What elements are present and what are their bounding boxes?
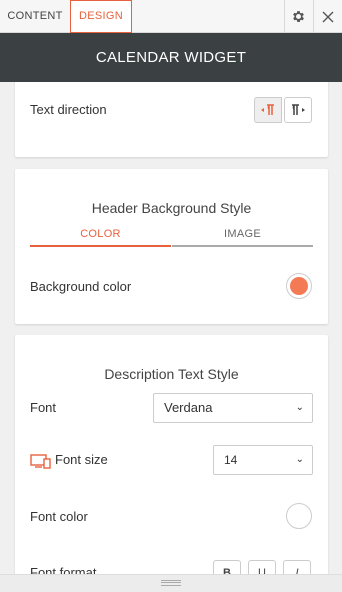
top-tab-bar: CONTENT DESIGN bbox=[0, 0, 342, 33]
font-select-value: Verdana bbox=[164, 400, 213, 415]
background-color-picker[interactable] bbox=[286, 273, 312, 299]
rtl-button[interactable] bbox=[284, 97, 312, 123]
font-size-label: Font size bbox=[55, 452, 108, 467]
header-background-card: Header Background Style COLOR IMAGE Back… bbox=[15, 169, 328, 324]
chevron-down-icon: ⌄ bbox=[295, 454, 304, 465]
tab-image[interactable]: IMAGE bbox=[172, 225, 313, 247]
font-color-swatch bbox=[290, 507, 308, 525]
tab-content[interactable]: CONTENT bbox=[0, 0, 70, 33]
text-direction-ltr-icon bbox=[261, 104, 274, 115]
resize-handle[interactable] bbox=[0, 574, 342, 592]
text-direction-label: Text direction bbox=[30, 102, 107, 117]
background-type-tabs: COLOR IMAGE bbox=[30, 225, 313, 247]
font-format-label: Font format bbox=[30, 565, 97, 574]
responsive-device-toggle[interactable] bbox=[30, 453, 52, 469]
tab-color[interactable]: COLOR bbox=[30, 225, 171, 247]
text-direction-rtl-icon bbox=[292, 104, 305, 115]
font-size-value: 14 bbox=[224, 453, 238, 467]
chevron-down-icon: ⌄ bbox=[295, 402, 304, 413]
gear-icon bbox=[293, 11, 304, 22]
background-color-label: Background color bbox=[30, 279, 132, 294]
text-direction-toggle bbox=[254, 97, 312, 123]
description-title: Description Text Style bbox=[104, 366, 239, 382]
bold-button[interactable]: B bbox=[213, 560, 241, 574]
font-select[interactable]: Verdana ⌄ bbox=[153, 393, 313, 423]
grip-icon bbox=[161, 580, 181, 586]
settings-button[interactable] bbox=[284, 0, 312, 33]
ltr-button[interactable] bbox=[254, 97, 282, 123]
close-icon bbox=[322, 11, 333, 22]
desktop-mobile-icon bbox=[30, 454, 51, 469]
text-direction-card: Text direction bbox=[15, 82, 328, 157]
description-text-card: Description Text Style Font Verdana ⌄ Fo… bbox=[15, 335, 328, 574]
background-color-swatch bbox=[290, 277, 308, 295]
font-size-select[interactable]: 14 ⌄ bbox=[213, 445, 313, 475]
font-format-group: B U I bbox=[213, 560, 313, 574]
widget-title: CALENDAR WIDGET bbox=[0, 33, 342, 82]
design-panel[interactable]: Text direction Header Background Style C… bbox=[0, 82, 342, 574]
italic-button[interactable]: I bbox=[283, 560, 311, 574]
font-color-picker[interactable] bbox=[286, 503, 312, 529]
header-background-title: Header Background Style bbox=[91, 200, 252, 216]
tab-design[interactable]: DESIGN bbox=[70, 0, 132, 33]
close-button[interactable] bbox=[313, 0, 341, 33]
underline-button[interactable]: U bbox=[248, 560, 276, 574]
font-color-label: Font color bbox=[30, 509, 88, 524]
font-label: Font bbox=[30, 400, 57, 415]
